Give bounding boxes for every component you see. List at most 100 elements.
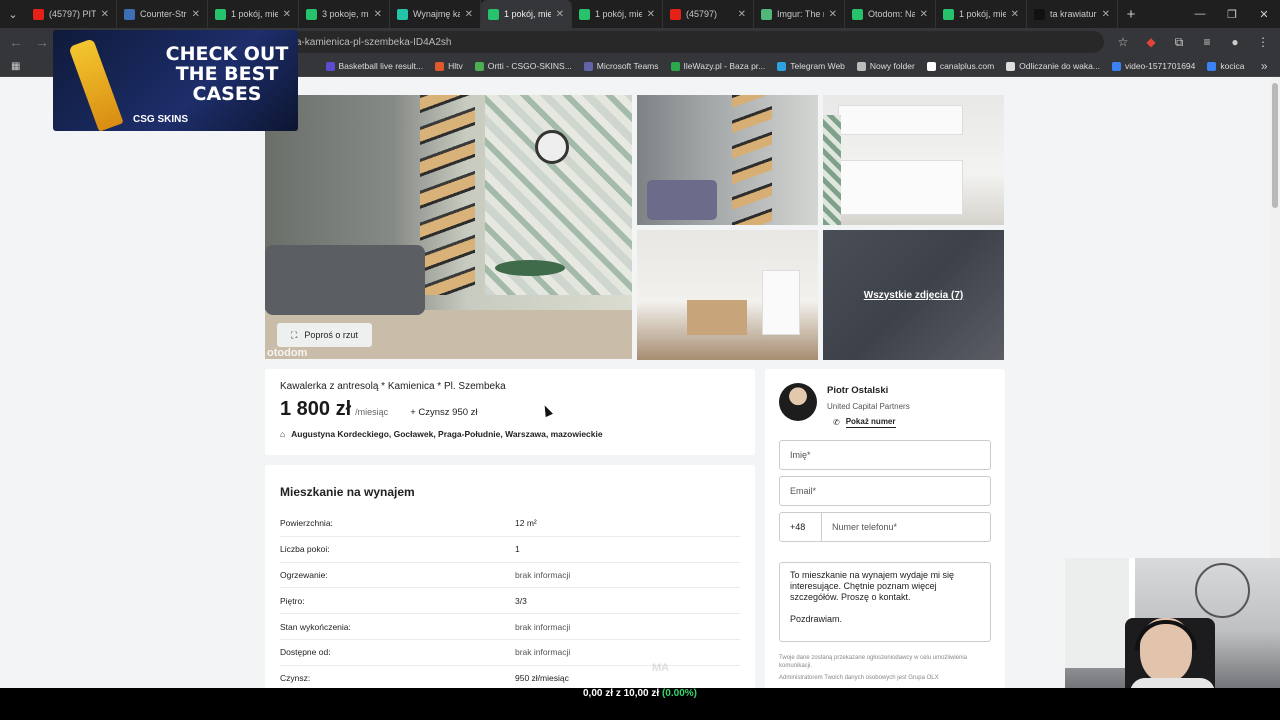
thumb-stair-shape [732, 95, 772, 225]
privacy-note: Twoje dane zostaną przekazane ogłoszenio… [779, 654, 991, 682]
browser-tab[interactable]: 1 pokój, mie ✕ [572, 0, 663, 28]
show-number-button[interactable]: ✆ Pokaż numer [833, 417, 910, 428]
tab-close-icon[interactable]: ✕ [283, 9, 291, 20]
photo-thumb-all[interactable]: Wszystkie zdjęcia (7) [823, 230, 1004, 360]
extension-red-icon[interactable]: ◆ [1142, 35, 1160, 49]
extensions-icon[interactable]: ⧉ [1170, 35, 1188, 50]
browser-tab[interactable]: 1 pokój, mie ✕ [208, 0, 299, 28]
details-card: Mieszkanie na wynajem Powierzchnia: 12 m²… [265, 465, 755, 688]
browser-tab[interactable]: Counter-Strik ✕ [117, 0, 208, 28]
menu-icon[interactable]: ⋮ [1254, 35, 1272, 49]
bookmark-icon [856, 61, 866, 71]
main-photo[interactable]: ⛶ Poproś o rzut otodom [265, 95, 632, 359]
floor-plan-label: Poproś o rzut [304, 330, 358, 340]
floor-plan-button[interactable]: ⛶ Poproś o rzut [277, 323, 372, 347]
close-window-button[interactable]: ✕ [1248, 0, 1280, 28]
photo-thumb-bedroom[interactable] [637, 230, 818, 360]
tab-close-icon[interactable]: ✕ [192, 9, 200, 20]
thumb-bed-shape [687, 300, 747, 335]
contact-card: Piotr Ostalski United Capital Partners ✆… [765, 369, 1005, 688]
tab-close-icon[interactable]: ✕ [101, 9, 109, 20]
bookmark-label: Odliczanie do waka... [1019, 61, 1100, 71]
new-tab-button[interactable]: + [1118, 6, 1144, 23]
tab-close-icon[interactable]: ✕ [374, 9, 382, 20]
apps-grid-icon[interactable]: ▦ [8, 61, 24, 72]
tab-label: 3 pokoje, mie [322, 9, 369, 19]
tab-close-icon[interactable]: ✕ [1011, 9, 1019, 20]
bookmark-item[interactable]: Nowy folder [856, 61, 915, 71]
all-photos-link[interactable]: Wszystkie zdjęcia (7) [823, 230, 1004, 360]
bookmark-item[interactable]: Basketball live result... [325, 61, 424, 71]
tab-close-icon[interactable]: ✕ [556, 9, 564, 20]
bookmark-item[interactable]: Telegram Web [777, 61, 845, 71]
ad-brand: CSG SKINS [133, 114, 189, 125]
tab-close-icon[interactable]: ✕ [647, 9, 655, 20]
profile-icon[interactable]: ● [1226, 35, 1244, 49]
bookmark-label: Telegram Web [790, 61, 845, 71]
bookmark-item[interactable]: Hltv [435, 61, 463, 71]
tab-close-icon[interactable]: ✕ [829, 9, 837, 20]
phone-prefix[interactable]: +48 [780, 513, 822, 541]
detail-key: Piętro: [280, 595, 305, 606]
tab-close-icon[interactable]: ✕ [1102, 9, 1110, 20]
message-textarea[interactable]: To mieszkanie na wynajem wydaje mi się i… [779, 562, 991, 642]
tab-close-icon[interactable]: ✕ [920, 9, 928, 20]
bookmark-item[interactable]: IleWazy.pl - Baza pr... [670, 61, 765, 71]
browser-tab[interactable]: Wynajmę ka ✕ [390, 0, 481, 28]
bookmark-label: Hltv [448, 61, 463, 71]
photo-thumb-stairs[interactable] [637, 95, 818, 225]
browser-tab[interactable]: Imgur: The m ✕ [754, 0, 845, 28]
browser-tab[interactable]: 3 pokoje, mie ✕ [299, 0, 390, 28]
browser-tab[interactable]: 1 pokój, mie ✕ [936, 0, 1027, 28]
tab-close-icon[interactable]: ✕ [465, 9, 473, 20]
scrollbar-thumb[interactable] [1272, 83, 1278, 208]
tab-favicon-icon [397, 8, 408, 20]
tab-favicon-icon [306, 8, 317, 20]
bookmark-star-icon[interactable]: ☆ [1114, 35, 1132, 49]
tab-list: (45797) PITB ✕ Counter-Strik ✕ 1 pokój, mie ✕… [26, 0, 1118, 28]
detail-key: Stan wykończenia: [280, 621, 351, 632]
name-field[interactable]: Imię* [779, 440, 991, 470]
tab-favicon-icon [1034, 8, 1045, 20]
bookmark-icon [777, 61, 787, 71]
tab-label: ta krawiatur [1050, 9, 1097, 19]
knife-graphic [68, 38, 124, 131]
bookmark-item[interactable]: canalplus.com [926, 61, 994, 71]
bookmark-icon [1006, 61, 1016, 71]
photo-thumb-kitchen[interactable] [823, 95, 1004, 225]
details-heading: Mieszkanie na wynajem [280, 485, 415, 499]
more-bookmarks-icon[interactable]: » [1256, 59, 1272, 73]
address[interactable]: ⌂ Augustyna Kordeckiego, Gocławek, Praga… [280, 429, 740, 439]
browser-tab[interactable]: (45797) PITB ✕ [26, 0, 117, 28]
tab-close-icon[interactable]: ✕ [738, 9, 746, 20]
email-field[interactable]: Email* [779, 476, 991, 506]
maximize-button[interactable]: ❐ [1216, 0, 1248, 28]
bookmark-item[interactable]: Microsoft Teams [583, 61, 659, 71]
bookmark-label: Nowy folder [869, 61, 915, 71]
browser-tab[interactable]: 1 pokój, mie ✕ [481, 0, 572, 28]
webcam-clock-shape [1195, 563, 1250, 618]
ad-banner[interactable]: CHECK OUT THE BEST CASES CSG SKINS [53, 30, 298, 131]
minimize-button[interactable]: — [1184, 0, 1216, 28]
back-button[interactable]: ← [8, 34, 24, 50]
phone-field[interactable]: +48 Numer telefonu* [779, 512, 991, 542]
detail-key: Powierzchnia: [280, 518, 333, 529]
forward-button[interactable]: → [34, 34, 50, 50]
detail-value: brak informacji [515, 569, 571, 580]
browser-tab[interactable]: ta krawiatur ✕ [1027, 0, 1118, 28]
bookmark-icon [1207, 61, 1217, 71]
bookmark-item[interactable]: kocica [1207, 61, 1244, 71]
bookmark-label: Basketball live result... [338, 61, 424, 71]
bookmark-item[interactable]: Ortti - CSGO-SKINS... [474, 61, 572, 71]
bookmark-item[interactable]: Odliczanie do waka... [1006, 61, 1100, 71]
agency-name[interactable]: United Capital Partners [827, 402, 910, 411]
bookmark-label: Ortti - CSGO-SKINS... [487, 61, 572, 71]
watermark: otodom [267, 347, 308, 359]
browser-tab[interactable]: Otodom: Na ✕ [845, 0, 936, 28]
profit-percent: (0.00%) [661, 688, 697, 699]
tab-search-icon[interactable]: ≡ [1198, 35, 1216, 49]
thumb-chair-shape [647, 180, 717, 220]
bookmark-item[interactable]: video-1571701694 [1111, 61, 1195, 71]
tab-search-button[interactable]: ⌄ [0, 0, 26, 28]
browser-tab[interactable]: (45797) ✕ [663, 0, 754, 28]
